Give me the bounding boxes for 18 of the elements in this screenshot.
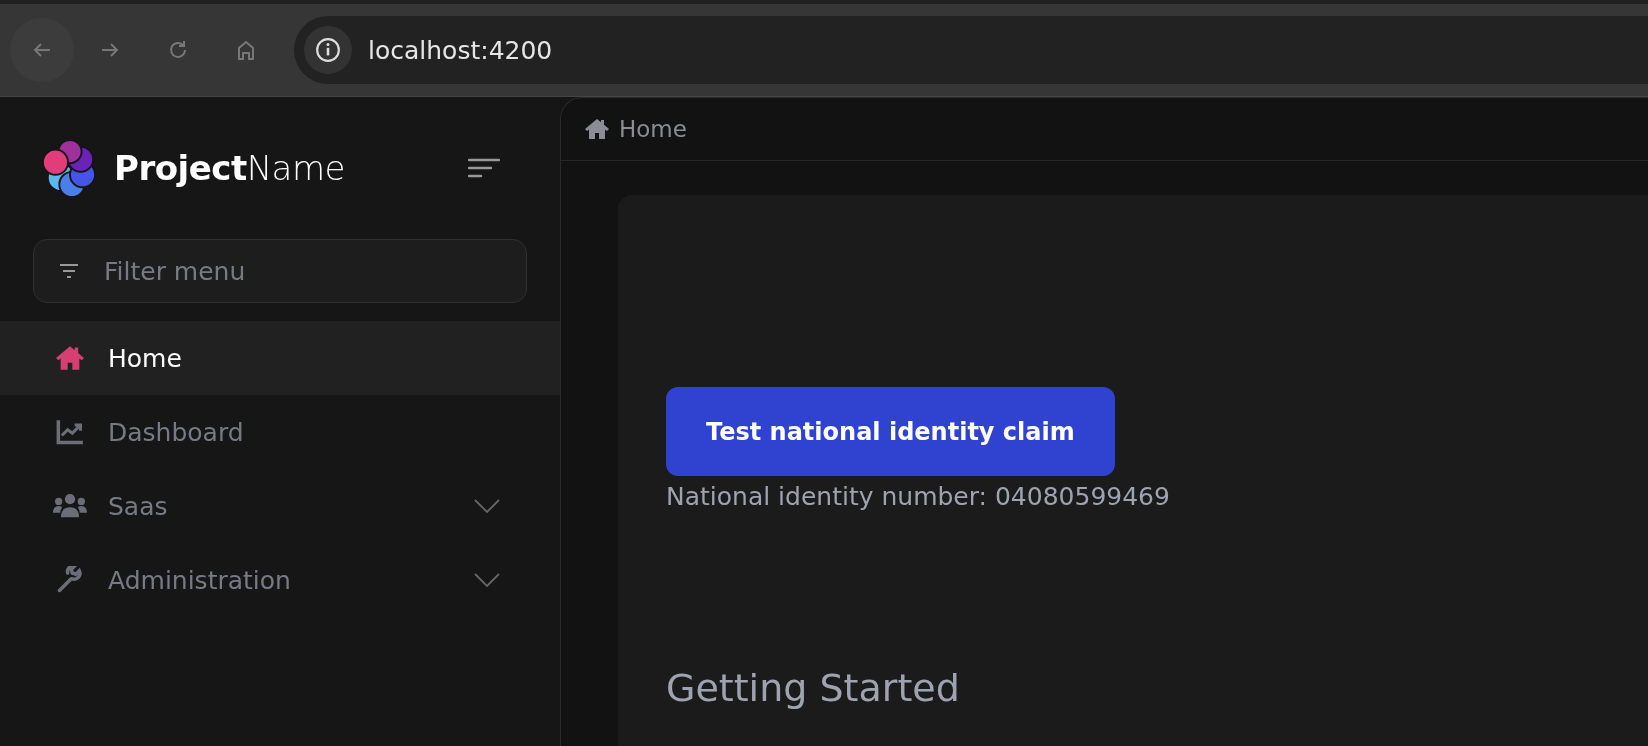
filter-icon: [59, 264, 79, 278]
menu-item[interactable]: Home: [0, 321, 560, 395]
menu-icon[interactable]: [468, 158, 500, 178]
logo-icon: [40, 138, 98, 198]
filter-menu-field[interactable]: Filter menu: [33, 239, 527, 303]
address-bar[interactable]: localhost:4200: [294, 16, 1648, 84]
section-heading: Getting Started: [666, 666, 961, 710]
menu-item[interactable]: Saas: [0, 469, 560, 543]
info-icon[interactable]: [304, 26, 352, 74]
breadcrumb-link[interactable]: Home: [585, 116, 687, 142]
brand-name: ProjectName: [114, 148, 345, 188]
test-claim-button[interactable]: Test national identity claim: [666, 387, 1115, 476]
menu-item[interactable]: Administration: [0, 543, 560, 617]
url-text: localhost:4200: [368, 35, 553, 65]
menu-item[interactable]: Dashboard: [0, 395, 560, 469]
users-icon: [52, 493, 88, 519]
home-icon: [585, 118, 609, 140]
identity-number-text: National identity number: 04080599469: [666, 482, 1171, 511]
